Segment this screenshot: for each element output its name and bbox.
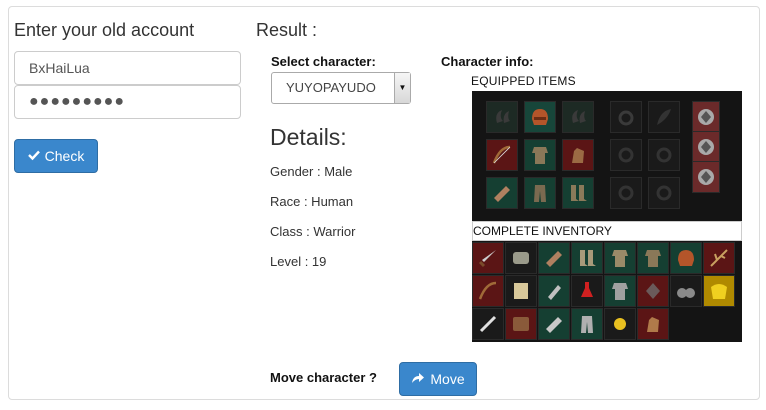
stone-icon[interactable] xyxy=(505,242,537,274)
select-character-label: Select character: xyxy=(271,54,376,69)
seal-icon[interactable] xyxy=(692,131,720,163)
scroll-icon[interactable] xyxy=(505,275,537,307)
empty-ring-icon[interactable] xyxy=(610,177,642,209)
helmet-icon[interactable] xyxy=(670,242,702,274)
armor-icon[interactable] xyxy=(637,242,669,274)
account-heading: Enter your old account xyxy=(14,20,195,40)
checkmark-icon xyxy=(27,148,40,164)
equipped-items-grid xyxy=(472,91,742,221)
level-text: Level : 19 xyxy=(270,254,327,269)
move-button-label: Move xyxy=(430,371,465,387)
bracer-icon[interactable] xyxy=(538,308,570,340)
move-character-question: Move character ? xyxy=(270,370,377,385)
bracer-icon[interactable] xyxy=(486,177,518,209)
pants-icon[interactable] xyxy=(524,177,556,209)
binoculars-icon[interactable] xyxy=(670,275,702,307)
check-button[interactable]: Check xyxy=(14,139,98,173)
bone-icon[interactable] xyxy=(472,308,504,340)
leather-icon[interactable] xyxy=(505,308,537,340)
glove-icon[interactable] xyxy=(562,139,594,171)
grenade-icon[interactable] xyxy=(538,275,570,307)
bow-icon[interactable] xyxy=(472,275,504,307)
empty-ring-icon[interactable] xyxy=(610,139,642,171)
boots-icon[interactable] xyxy=(571,242,603,274)
ear-icon[interactable] xyxy=(562,101,594,133)
seal-icon[interactable] xyxy=(692,161,720,193)
boots-icon[interactable] xyxy=(562,177,594,209)
armor-icon[interactable] xyxy=(524,139,556,171)
result-heading: Result : xyxy=(256,20,318,40)
ear-icon[interactable] xyxy=(486,101,518,133)
password-input[interactable]: ●●●●●●●●● xyxy=(14,85,241,119)
details-heading: Details: xyxy=(270,124,347,150)
character-select-value: YUYOPAYUDO xyxy=(286,80,376,95)
bow-icon[interactable] xyxy=(486,139,518,171)
inventory-grid xyxy=(472,241,742,342)
username-input[interactable]: BxHaiLua xyxy=(14,51,241,85)
armor-icon[interactable] xyxy=(604,275,636,307)
bracer-icon[interactable] xyxy=(538,242,570,274)
leaf-icon[interactable] xyxy=(648,101,680,133)
empty-ring-icon[interactable] xyxy=(648,139,680,171)
glove-icon[interactable] xyxy=(637,308,669,340)
potion-icon[interactable] xyxy=(571,275,603,307)
armor-icon[interactable] xyxy=(604,242,636,274)
empty-ring-icon[interactable] xyxy=(648,177,680,209)
move-button[interactable]: Move xyxy=(399,362,477,396)
check-button-label: Check xyxy=(44,148,85,164)
character-info-label: Character info: xyxy=(441,54,534,69)
equipped-items-label: EQUIPPED ITEMS xyxy=(471,74,576,88)
helmet-icon[interactable] xyxy=(524,101,556,133)
character-select[interactable]: YUYOPAYUDO ▼ xyxy=(271,72,411,104)
race-text: Race : Human xyxy=(270,194,354,209)
pants-icon[interactable] xyxy=(571,308,603,340)
gender-text: Gender : Male xyxy=(270,164,353,179)
flower-icon[interactable] xyxy=(604,308,636,340)
sword-icon[interactable] xyxy=(472,242,504,274)
class-text: Class : Warrior xyxy=(270,224,356,239)
share-arrow-icon xyxy=(411,371,425,387)
stone-icon[interactable] xyxy=(637,275,669,307)
dropdown-arrow-icon[interactable]: ▼ xyxy=(394,73,410,103)
branch-icon[interactable] xyxy=(703,242,735,274)
amulet-icon[interactable] xyxy=(610,101,642,133)
seal-icon[interactable] xyxy=(692,101,720,133)
complete-inventory-label: COMPLETE INVENTORY xyxy=(472,221,742,241)
cloth-icon[interactable] xyxy=(703,275,735,307)
